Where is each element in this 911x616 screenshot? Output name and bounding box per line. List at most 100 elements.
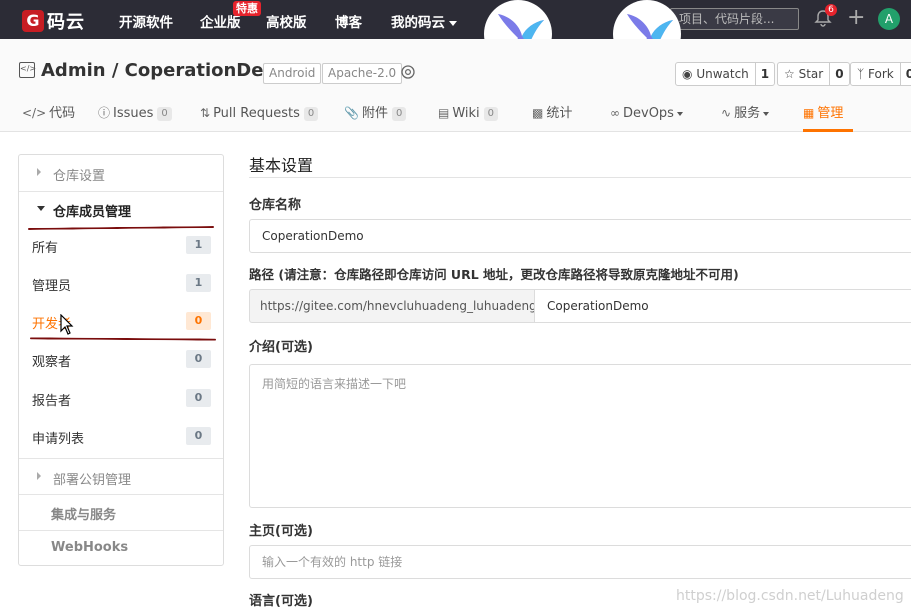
path-prefix: https://gitee.com/hnevcluhuadeng_luhuade… bbox=[249, 289, 535, 323]
repo-name-label: 仓库名称 bbox=[249, 198, 302, 213]
sidebar-item-reporters[interactable]: 报告者 0 bbox=[19, 380, 223, 418]
license-tag[interactable]: Apache-2.0 bbox=[322, 63, 403, 84]
star-count: 0 bbox=[829, 63, 848, 85]
watch-count: 1 bbox=[754, 63, 774, 85]
path-label: 路径 (请注意：仓库路径即仓库访问 URL 地址，更改仓库路径将导致原克隆地址不… bbox=[249, 267, 739, 282]
gitee-logo[interactable]: G 码云 bbox=[22, 8, 85, 34]
star-label: Star bbox=[798, 67, 824, 81]
tab-devops[interactable]: ∞ DevOps bbox=[610, 100, 683, 132]
description-textarea[interactable]: 用简短的语言来描述一下吧 bbox=[249, 364, 911, 508]
sidebar-item-developers[interactable]: 开发者 0 bbox=[19, 303, 223, 341]
nav-my-gitee-label: 我的码云 bbox=[391, 15, 445, 31]
search-input[interactable]: 项目、代码片段... bbox=[670, 8, 799, 30]
tab-services[interactable]: ∿ 服务 bbox=[721, 100, 770, 132]
tab-issues[interactable]: ⓘ Issues 0 bbox=[98, 100, 172, 132]
path-input[interactable]: CoperationDemo bbox=[534, 289, 911, 323]
homepage-input[interactable]: 输入一个有效的 http 链接 bbox=[249, 545, 911, 579]
chevron-right-icon bbox=[37, 168, 41, 176]
sidebar-deploy-keys-label: 部署公钥管理 bbox=[53, 473, 132, 488]
tab-pull-requests-count: 0 bbox=[303, 107, 319, 121]
repo-name-input[interactable]: CoperationDemo bbox=[249, 219, 911, 253]
chevron-down-icon bbox=[449, 20, 457, 26]
logo-mark-icon: G bbox=[22, 10, 44, 32]
chevron-right-icon bbox=[37, 472, 41, 480]
nav-my-gitee[interactable]: 我的码云 bbox=[391, 11, 457, 31]
sidebar-repo-settings-label: 仓库设置 bbox=[53, 169, 106, 184]
sidebar-item-label: 报告者 bbox=[32, 394, 72, 409]
unwatch-label: Unwatch bbox=[696, 67, 749, 81]
sidebar-item-integrations[interactable]: 集成与服务 bbox=[19, 494, 223, 530]
divider bbox=[249, 177, 911, 178]
sidebar-item-label: WebHooks bbox=[51, 540, 129, 555]
nav-blog[interactable]: 博客 bbox=[335, 11, 362, 31]
sidebar-item-label: 申请列表 bbox=[32, 432, 85, 447]
notification-count-badge: 6 bbox=[825, 4, 837, 16]
sidebar-deploy-keys[interactable]: 部署公钥管理 bbox=[19, 458, 223, 495]
fork-count: 0 bbox=[899, 63, 911, 85]
badge-settings-icon[interactable] bbox=[400, 64, 416, 80]
avatar[interactable]: A bbox=[878, 8, 900, 30]
repo-title[interactable]: Admin / CoperationDemo bbox=[41, 60, 295, 81]
member-count-badge: 0 bbox=[186, 427, 211, 445]
eye-icon: ◉ bbox=[682, 67, 693, 81]
star-button[interactable]: ☆ Star 0 bbox=[777, 62, 850, 86]
member-count-badge: 1 bbox=[186, 236, 211, 254]
pull-request-icon: ⇅ bbox=[200, 106, 211, 120]
chevron-down-icon bbox=[676, 111, 683, 116]
section-title: 基本设置 bbox=[249, 156, 314, 175]
sidebar-item-all[interactable]: 所有 1 bbox=[19, 227, 223, 265]
member-count-badge: 0 bbox=[186, 312, 211, 330]
star-icon: ☆ bbox=[784, 67, 795, 81]
tab-devops-label: DevOps bbox=[623, 106, 674, 121]
code-repo-icon: </> bbox=[19, 62, 36, 78]
paperclip-icon: 📎 bbox=[344, 106, 359, 120]
sidebar-item-label: 集成与服务 bbox=[51, 508, 117, 523]
sidebar-item-label: 观察者 bbox=[32, 355, 72, 370]
sidebar-item-requests[interactable]: 申请列表 0 bbox=[19, 418, 223, 456]
tab-code[interactable]: </> 代码 bbox=[22, 100, 75, 132]
chevron-down-icon bbox=[37, 206, 45, 211]
tab-manage[interactable]: ▦ 管理 bbox=[803, 100, 853, 132]
homepage-label: 主页(可选) bbox=[249, 524, 313, 539]
bar-chart-icon: ▩ bbox=[532, 106, 544, 120]
tab-services-label: 服务 bbox=[734, 106, 761, 121]
sidebar-member-management-label: 仓库成员管理 bbox=[53, 205, 132, 220]
tab-pull-requests[interactable]: ⇅ Pull Requests 0 bbox=[200, 100, 319, 132]
sidebar-item-label: 管理员 bbox=[32, 279, 72, 294]
sidebar-item-webhooks[interactable]: WebHooks bbox=[19, 530, 223, 566]
mouse-cursor-icon bbox=[60, 314, 74, 335]
tab-wiki-label: Wiki bbox=[452, 106, 480, 121]
settings-sidebar: 仓库设置 仓库成员管理 所有 1 管理员 1 开发者 0 观察者 0 报告者 0… bbox=[18, 154, 224, 566]
language-tag[interactable]: Android bbox=[263, 63, 322, 84]
nav-university[interactable]: 高校版 bbox=[266, 11, 307, 31]
tab-attachments[interactable]: 📎 附件 0 bbox=[344, 100, 407, 132]
unwatch-button[interactable]: ◉ Unwatch 1 bbox=[675, 62, 776, 86]
sidebar-item-observers[interactable]: 观察者 0 bbox=[19, 341, 223, 379]
tab-issues-label: Issues bbox=[113, 106, 154, 121]
tab-attachments-label: 附件 bbox=[361, 106, 388, 121]
fork-button[interactable]: ᛉ Fork 0 bbox=[850, 62, 911, 86]
member-count-badge: 0 bbox=[186, 350, 211, 368]
plus-icon[interactable]: + bbox=[847, 6, 865, 30]
logo-text: 码云 bbox=[47, 12, 85, 33]
tab-stats[interactable]: ▩ 统计 bbox=[532, 100, 572, 132]
tab-issues-count: 0 bbox=[157, 107, 172, 121]
tab-code-label: 代码 bbox=[49, 106, 76, 121]
member-count-badge: 0 bbox=[186, 389, 211, 407]
sidebar-item-label: 所有 bbox=[32, 241, 59, 256]
sidebar-repo-settings[interactable]: 仓库设置 bbox=[19, 155, 223, 192]
tab-wiki[interactable]: ▤ Wiki 0 bbox=[438, 100, 499, 132]
repo-header: </> Admin / CoperationDemo Android Apach… bbox=[0, 39, 911, 132]
tab-attachments-count: 0 bbox=[391, 107, 407, 121]
settings-form: 基本设置 仓库名称 CoperationDemo 路径 (请注意：仓库路径即仓库… bbox=[249, 132, 911, 616]
sidebar-member-management[interactable]: 仓库成员管理 bbox=[19, 191, 223, 228]
settings-doc-icon: ▦ bbox=[803, 106, 815, 120]
book-icon: ▤ bbox=[438, 106, 450, 120]
tab-manage-label: 管理 bbox=[817, 106, 844, 121]
sidebar-item-admins[interactable]: 管理员 1 bbox=[19, 265, 223, 303]
nav-open-source[interactable]: 开源软件 bbox=[119, 11, 173, 31]
language-label: 语言(可选) bbox=[249, 594, 313, 609]
fork-label: Fork bbox=[868, 67, 894, 81]
special-offer-badge: 特惠 bbox=[233, 1, 261, 16]
member-count-badge: 1 bbox=[186, 274, 211, 292]
